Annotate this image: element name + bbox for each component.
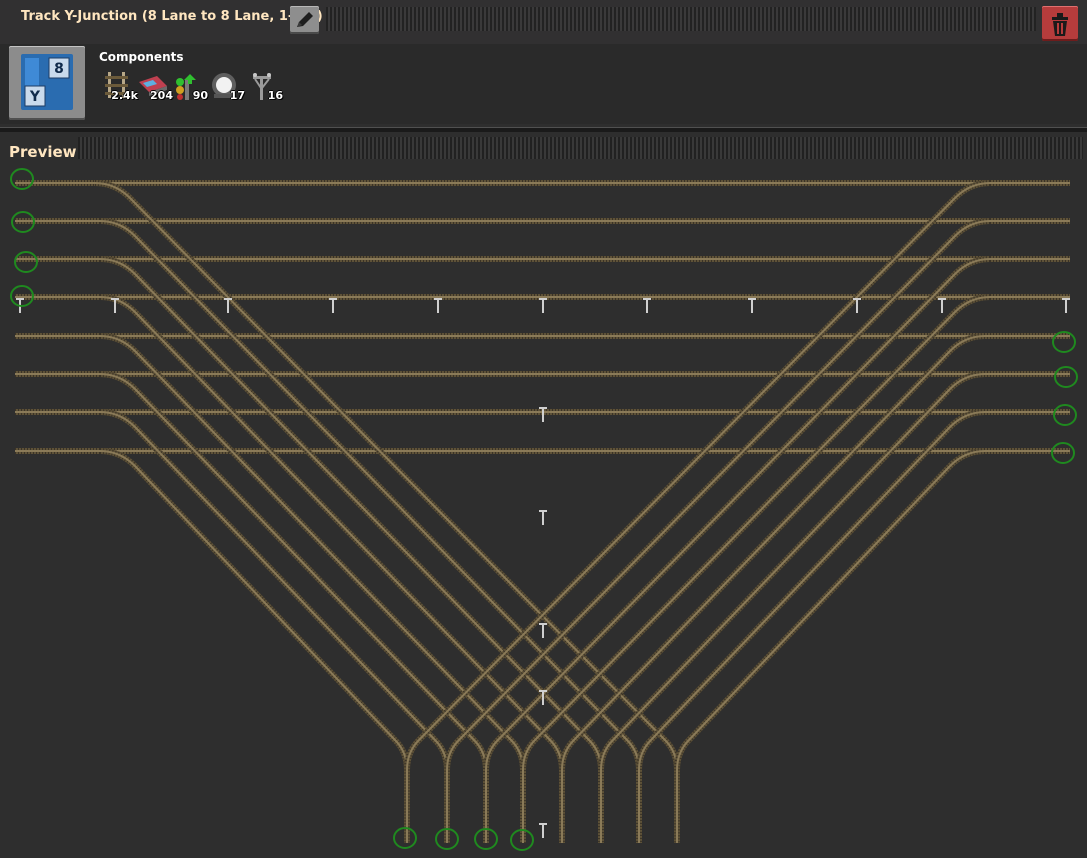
blueprint-icon: 8 Y [21, 54, 73, 110]
rail-branch-right [598, 371, 986, 843]
component-count: 2.4k [111, 89, 138, 102]
section-divider [0, 127, 1087, 132]
electric-pole [748, 298, 756, 313]
component-count: 204 [150, 89, 173, 102]
rename-button[interactable] [290, 6, 319, 34]
electric-pole [539, 823, 547, 838]
component-locomotive[interactable]: 204 [137, 70, 173, 102]
component-count: 17 [229, 89, 245, 102]
rail-branch-left [99, 294, 565, 843]
blueprint-preview[interactable] [0, 160, 1087, 854]
window-title: Track Y-Junction (8 Lane to 8 Lane, 1-4-… [21, 9, 323, 24]
electric-pole [643, 298, 651, 313]
title-drag-handle[interactable] [326, 7, 1036, 31]
component-big-electric-pole[interactable]: 16 [247, 70, 283, 102]
electric-pole [329, 298, 337, 313]
blueprint-badge-top: 8 [54, 61, 64, 77]
electric-pole [434, 298, 442, 313]
electric-pole [539, 510, 547, 525]
preview-canvas [10, 168, 1078, 851]
component-lamp[interactable]: 17 [209, 70, 245, 102]
component-count: 90 [192, 89, 208, 102]
electric-pole [539, 298, 547, 313]
electric-pole [1062, 298, 1070, 313]
preview-drag-handle [78, 137, 1083, 159]
rail-branch-right [636, 409, 986, 843]
blueprint-badge-bottom: Y [29, 89, 41, 105]
rail-branch-left [99, 371, 489, 843]
rail-branch-left [99, 409, 450, 843]
electric-pole [539, 623, 547, 638]
pencil-icon [297, 12, 313, 27]
preview-label: Preview [9, 143, 77, 161]
electric-pole [938, 298, 946, 313]
components-label: Components [99, 50, 184, 64]
delete-button[interactable] [1042, 6, 1078, 41]
component-count: 16 [267, 89, 283, 102]
blueprint-icon-button[interactable]: 8 Y [9, 46, 85, 120]
component-rail[interactable]: 2.4k [102, 70, 138, 102]
trash-icon [1052, 13, 1068, 36]
component-rail-signal[interactable]: 90 [172, 70, 208, 102]
